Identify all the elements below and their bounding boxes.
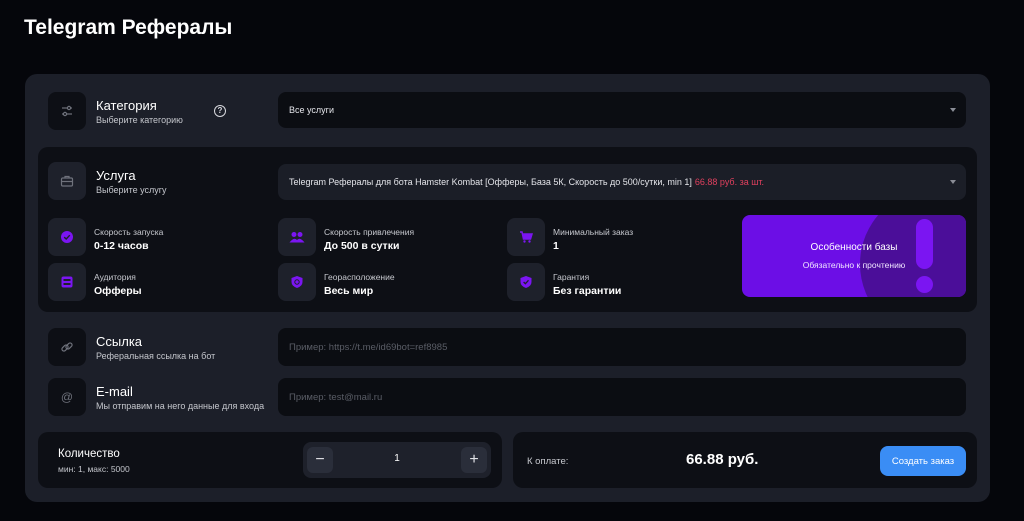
feature-value: До 500 в сутки: [324, 240, 400, 252]
link-icon: [61, 342, 73, 352]
sliders-icon: [62, 105, 72, 117]
promo-subtitle: Обязательно к прочтению: [802, 260, 906, 270]
link-icon-box: [48, 328, 86, 366]
service-select-value: Telegram Рефералы для бота Hamster Komba…: [289, 177, 692, 187]
payment-amount: 66.88 руб.: [686, 451, 759, 468]
chevron-down-icon: [950, 180, 956, 184]
link-input[interactable]: Пример: https://t.me/id69bot=ref8985: [278, 328, 966, 366]
promo-circle-decoration: [860, 215, 966, 297]
category-title: Категория: [96, 98, 157, 113]
feature-value: Без гарантии: [553, 285, 622, 297]
link-subtitle: Реферальная ссылка на бот: [96, 351, 216, 361]
cart-icon: [520, 231, 533, 243]
link-title: Ссылка: [96, 334, 143, 349]
service-select[interactable]: Telegram Рефералы для бота Hamster Komba…: [278, 164, 966, 200]
check-badge-icon: [61, 231, 73, 243]
quantity-title: Количество: [58, 448, 120, 460]
feature-icon-box: [48, 218, 86, 256]
increment-button[interactable]: +: [461, 447, 487, 473]
at-sign-icon: @: [60, 390, 74, 404]
promo-title: Особенности базы: [810, 242, 898, 253]
briefcase-icon: [60, 175, 74, 187]
service-title: Услуга: [96, 168, 136, 183]
link-input-placeholder: Пример: https://t.me/id69bot=ref8985: [289, 341, 448, 353]
chevron-down-icon: [950, 108, 956, 112]
quantity-subtitle: мин: 1, макс: 5000: [58, 464, 130, 474]
exclamation-dot: [916, 276, 933, 293]
email-title: E-mail: [96, 384, 133, 399]
category-select-value: Все услуги: [289, 105, 334, 115]
feature-icon-box: [507, 263, 545, 301]
email-icon-box: @: [48, 378, 86, 416]
globe-shield-icon: [291, 276, 303, 288]
feature-icon-box: [507, 218, 545, 256]
feature-label: Скорость запуска: [94, 227, 164, 237]
feature-value: Офферы: [94, 285, 142, 297]
service-subtitle: Выберите услугу: [96, 185, 167, 195]
category-icon-box: [48, 92, 86, 130]
email-subtitle: Мы отправим на него данные для входа: [96, 401, 265, 411]
feature-icon-box: [278, 218, 316, 256]
service-icon-box: [48, 162, 86, 200]
category-subtitle: Выберите категорию: [96, 115, 183, 125]
feature-value: 1: [553, 240, 559, 252]
page-title: Telegram Рефералы: [24, 16, 233, 39]
shield-check-icon: [520, 276, 532, 288]
service-price: 66.88 руб. за шт.: [694, 177, 765, 187]
payment-label: К оплате:: [527, 456, 569, 467]
feature-label: Гарантия: [553, 272, 590, 282]
feature-label: Георасположение: [324, 272, 395, 282]
users-icon: [289, 232, 305, 243]
feature-icon-box: [278, 263, 316, 301]
feature-value: Весь мир: [324, 285, 374, 297]
create-order-button[interactable]: Создать заказ: [880, 446, 966, 476]
feature-label: Скорость привлечения: [324, 227, 415, 237]
email-input-placeholder: Пример: test@mail.ru: [289, 391, 383, 403]
order-panel: Категория Выберите категорию ? Все услуг…: [25, 74, 990, 502]
category-select[interactable]: Все услуги: [278, 92, 966, 128]
feature-value: 0-12 часов: [94, 240, 149, 252]
email-input[interactable]: Пример: test@mail.ru: [278, 378, 966, 416]
base-features-card[interactable]: Особенности базы Обязательно к прочтению: [742, 215, 966, 297]
help-icon[interactable]: ?: [214, 105, 226, 117]
feature-label: Аудитория: [94, 272, 136, 282]
quantity-stepper: − 1 +: [303, 442, 491, 478]
feature-icon-box: [48, 263, 86, 301]
feature-label: Минимальный заказ: [553, 227, 634, 237]
audience-icon: [61, 276, 73, 288]
